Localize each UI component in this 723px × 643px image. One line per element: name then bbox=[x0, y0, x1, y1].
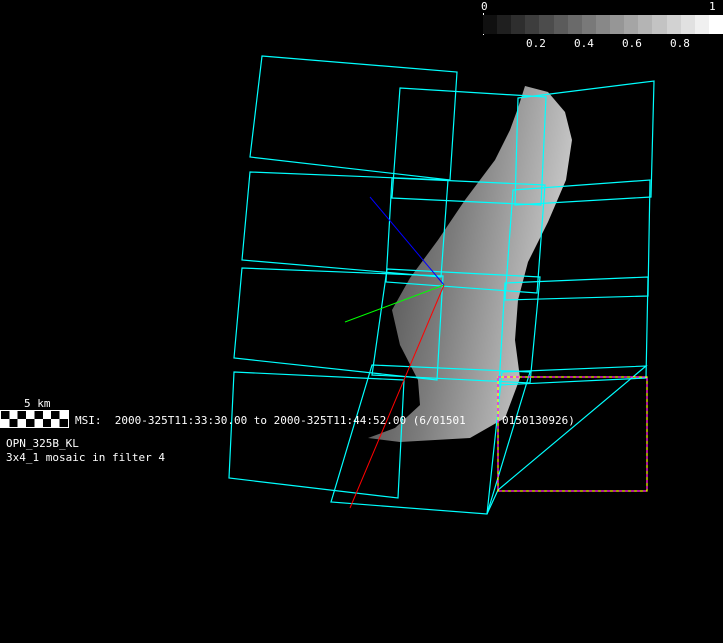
mosaic-view bbox=[228, 55, 655, 515]
asteroid-shape bbox=[368, 86, 572, 442]
highlighted-footprint bbox=[497, 376, 648, 492]
scale-bar-label: 5 km bbox=[24, 397, 51, 410]
target-id: OPN_325B_KL bbox=[6, 437, 79, 450]
highlighted-footprint-dash bbox=[497, 376, 648, 492]
footprint-frame bbox=[241, 171, 449, 278]
footprint-frame bbox=[249, 55, 458, 181]
msi-time-range-end: 0150130926) bbox=[502, 414, 575, 427]
msi-time-range: MSI: 2000-325T11:33:30.00 to 2000-325T11… bbox=[75, 414, 466, 427]
mosaic-description: 3x4_1 mosaic in filter 4 bbox=[6, 451, 165, 464]
scale-bar bbox=[0, 410, 69, 428]
